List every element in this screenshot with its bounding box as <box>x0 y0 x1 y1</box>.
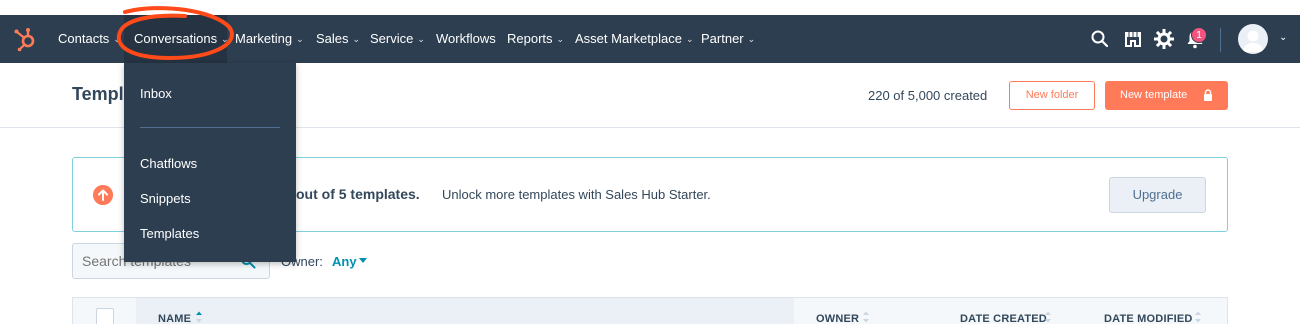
arrow-up-icon <box>93 185 113 205</box>
marketplace-icon[interactable] <box>1123 29 1143 49</box>
new-template-label: New template <box>1120 89 1188 101</box>
avatar[interactable] <box>1238 24 1268 54</box>
nav-conversations-label: Conversations <box>134 31 218 46</box>
search-icon[interactable] <box>1090 29 1110 49</box>
select-all-checkbox[interactable] <box>96 308 114 324</box>
banner-message: Unlock more templates with Sales Hub Sta… <box>442 187 711 202</box>
chevron-down-icon: ⌄ <box>352 34 361 44</box>
top-strip <box>0 0 1300 15</box>
nav-service[interactable]: Service ⌄ <box>370 15 425 63</box>
nav-partner-label: Partner <box>701 31 744 46</box>
sort-icon[interactable] <box>1194 310 1202 324</box>
navbar-divider <box>1220 28 1221 52</box>
top-navbar: Contacts ⌄ Conversations ⌄ Marketing ⌄ Sale… <box>0 15 1300 63</box>
column-header-date-modified[interactable]: DATE MODIFIED <box>1104 313 1193 324</box>
nav-workflows[interactable]: Workflows <box>436 15 496 63</box>
nav-asset-marketplace-label: Asset Marketplace <box>575 31 682 46</box>
chevron-down-icon: ⌄ <box>113 34 121 44</box>
account-chevron-down-icon[interactable]: ⌄ <box>1279 32 1287 43</box>
notification-badge: 1 <box>1191 27 1207 43</box>
nav-asset-marketplace[interactable]: Asset Marketplace ⌄ <box>575 15 693 63</box>
nav-marketing-label: Marketing <box>235 31 293 46</box>
page-title: Templ <box>72 84 124 104</box>
chevron-down-icon: ⌄ <box>685 34 694 44</box>
menu-divider <box>140 127 280 128</box>
menu-item-snippets[interactable]: Snippets <box>140 191 191 206</box>
templates-count: 220 of 5,000 created <box>868 88 988 103</box>
new-template-button[interactable]: New template <box>1105 81 1228 110</box>
banner-limit-text: out of 5 templates. <box>296 186 420 202</box>
nav-conversations[interactable]: Conversations ⌄ <box>124 15 229 63</box>
nav-contacts[interactable]: Contacts ⌄ <box>58 15 121 63</box>
owner-filter-dropdown[interactable]: Any <box>332 254 357 269</box>
upgrade-button[interactable]: Upgrade <box>1109 177 1206 213</box>
lock-icon <box>1204 89 1212 101</box>
column-header-owner[interactable]: OWNER <box>816 313 859 324</box>
chevron-down-icon: ⌄ <box>417 34 425 44</box>
nav-marketing[interactable]: Marketing ⌄ <box>235 15 304 63</box>
menu-item-inbox[interactable]: Inbox <box>140 86 172 101</box>
menu-item-templates[interactable]: Templates <box>140 226 199 241</box>
gear-icon[interactable] <box>1154 29 1174 49</box>
nav-service-label: Service <box>370 31 414 46</box>
menu-item-chatflows[interactable]: Chatflows <box>140 156 197 171</box>
nav-sales-label: Sales <box>316 31 349 46</box>
user-avatar-icon <box>1242 30 1264 52</box>
nav-sales[interactable]: Sales ⌄ <box>316 15 360 63</box>
sorted-column-highlight <box>136 298 794 324</box>
nav-partner[interactable]: Partner ⌄ <box>701 15 755 63</box>
chevron-down-icon: ⌄ <box>747 34 756 44</box>
nav-workflows-label: Workflows <box>436 31 496 46</box>
column-header-name[interactable]: NAME <box>158 313 191 324</box>
column-header-date-created[interactable]: DATE CREATED <box>960 313 1047 324</box>
caret-down-icon[interactable] <box>359 258 367 263</box>
nav-reports-label: Reports <box>507 31 553 46</box>
nav-reports[interactable]: Reports ⌄ <box>507 15 564 63</box>
new-folder-button[interactable]: New folder <box>1009 81 1095 110</box>
sort-icon[interactable] <box>862 310 870 324</box>
chevron-down-icon: ⌄ <box>296 34 304 44</box>
chevron-down-icon: ⌄ <box>556 34 565 44</box>
page: Contacts ⌄ Conversations ⌄ Marketing ⌄ Sale… <box>0 0 1300 324</box>
sort-ascending-icon[interactable] <box>195 310 203 324</box>
sort-icon[interactable] <box>1044 310 1052 324</box>
chevron-down-icon: ⌄ <box>221 34 229 44</box>
hubspot-logo-icon[interactable] <box>12 26 38 52</box>
nav-contacts-label: Contacts <box>58 31 110 46</box>
